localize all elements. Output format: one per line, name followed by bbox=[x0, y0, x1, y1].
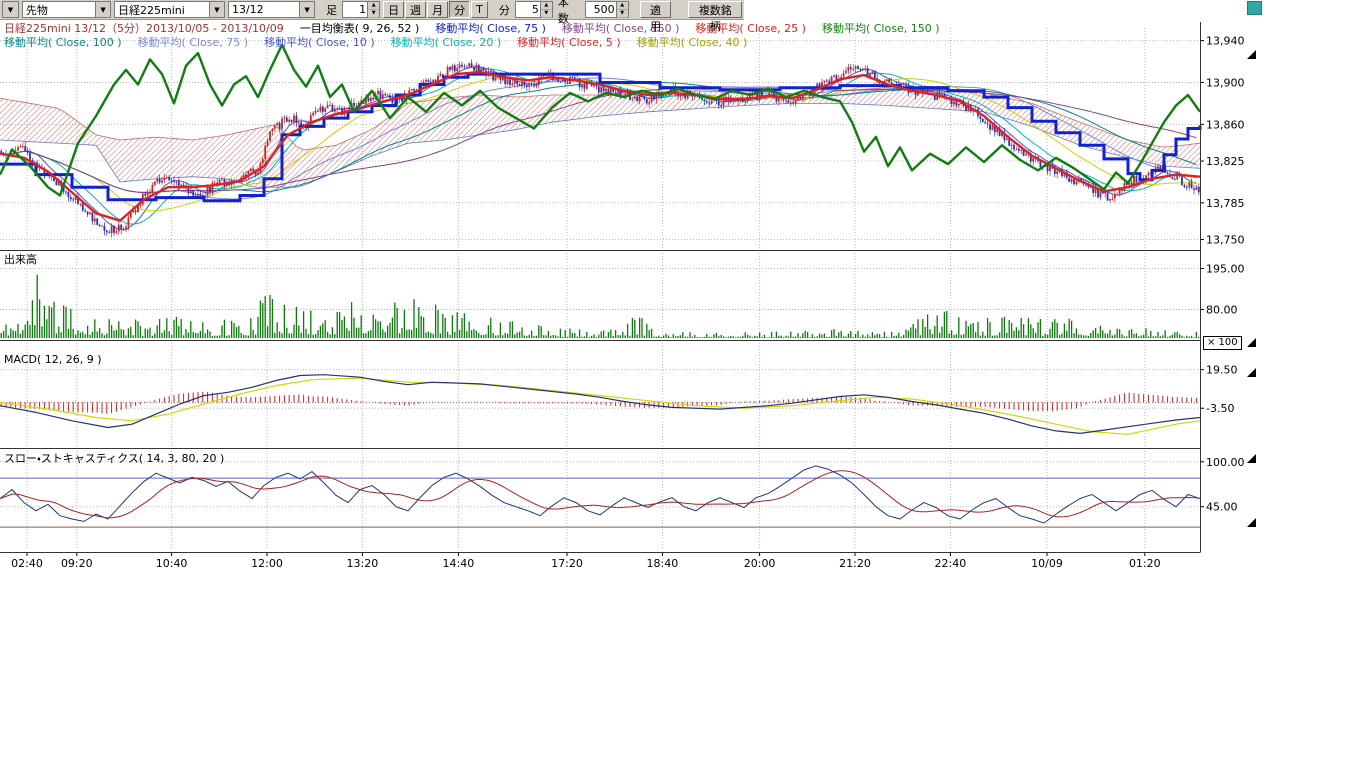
svg-text:13:20: 13:20 bbox=[347, 557, 379, 570]
count-label: 本数 bbox=[558, 0, 580, 26]
spinner-arrows-icon[interactable]: ▲▼ bbox=[540, 2, 552, 17]
chevron-down-icon: ▼ bbox=[209, 2, 224, 17]
legend-item: 移動平均( Close, 75 ) bbox=[435, 22, 546, 35]
svg-text:10/09: 10/09 bbox=[1031, 557, 1063, 570]
svg-text:14:40: 14:40 bbox=[443, 557, 475, 570]
toolbar: ▼ 先物 ▼ 日経225mini ▼ 13/12 ▼ 足 ▲▼ 日週月分T 分 … bbox=[0, 0, 744, 20]
period-button-分[interactable]: 分 bbox=[449, 1, 470, 18]
macd-panel-label: MACD( 12, 26, 9 ) bbox=[4, 353, 102, 366]
minute-input[interactable] bbox=[516, 2, 540, 17]
legend-item: 移動平均( Close, 75 ) bbox=[138, 36, 249, 49]
apply-button[interactable]: 適用 bbox=[640, 1, 672, 18]
svg-text:13,940: 13,940 bbox=[1206, 35, 1245, 48]
chevron-down-icon: ▼ bbox=[3, 2, 18, 17]
volume-panel-label: 出来高 bbox=[4, 251, 37, 267]
svg-text:12:00: 12:00 bbox=[251, 557, 283, 570]
contract-select[interactable]: 13/12 ▼ bbox=[228, 1, 315, 18]
svg-text:01:20: 01:20 bbox=[1129, 557, 1161, 570]
minute-stepper[interactable]: ▲▼ bbox=[515, 1, 553, 18]
scrollbar-thumb[interactable] bbox=[1247, 1, 1262, 15]
period-button-group: 日週月分T bbox=[383, 1, 488, 18]
legend-item: 移動平均( Close, 150 ) bbox=[822, 22, 940, 35]
volume-bars bbox=[1, 275, 1199, 338]
period-button-T[interactable]: T bbox=[471, 1, 488, 18]
svg-text:13,860: 13,860 bbox=[1206, 118, 1245, 131]
kijun-line bbox=[0, 74, 1200, 201]
stoch-panel-label: スロー・ストキャスティクス( 14, 3, 80, 20 ) bbox=[4, 450, 224, 466]
period-button-月[interactable]: 月 bbox=[427, 1, 448, 18]
svg-text:13,750: 13,750 bbox=[1206, 234, 1245, 247]
svg-text:10:40: 10:40 bbox=[156, 557, 188, 570]
price-axis-labels: 13,940 13,900 13,860 13,825 13,785 13,750 195.… bbox=[1200, 35, 1245, 514]
legend-row-2: 移動平均( Close, 100 ) 移動平均( Close, 75 ) 移動平均(… bbox=[4, 36, 955, 50]
legend-item: 移動平均( Close, 40 ) bbox=[637, 36, 748, 49]
volume-multiplier-badge: × 100 bbox=[1203, 336, 1242, 350]
legend-item: 日経225mini 13/12（5分）2013/10/05 - 2013/10/… bbox=[4, 22, 284, 35]
svg-text:19.50: 19.50 bbox=[1206, 364, 1238, 377]
chevron-down-icon: ▼ bbox=[299, 2, 314, 17]
svg-text:13,900: 13,900 bbox=[1206, 76, 1245, 89]
spinner-arrows-icon[interactable]: ▲▼ bbox=[616, 2, 628, 17]
svg-text:02:40: 02:40 bbox=[11, 557, 43, 570]
symbol-value: 日経225mini bbox=[115, 2, 209, 18]
bar-count-stepper[interactable]: ▲▼ bbox=[342, 1, 380, 18]
svg-text:45.00: 45.00 bbox=[1206, 501, 1238, 514]
svg-text:80.00: 80.00 bbox=[1206, 303, 1238, 316]
category-select[interactable]: 先物 ▼ bbox=[22, 1, 111, 18]
multi-symbol-button[interactable]: 複数銘柄 bbox=[688, 1, 742, 18]
svg-text:13,785: 13,785 bbox=[1206, 197, 1245, 210]
contract-value: 13/12 bbox=[229, 3, 299, 16]
legend-item: 一目均衡表( 9, 26, 52 ) bbox=[300, 22, 420, 35]
period-button-週[interactable]: 週 bbox=[405, 1, 426, 18]
legend-item: 移動平均( Close, 10 ) bbox=[264, 36, 375, 49]
axis-resize-handles[interactable] bbox=[1247, 50, 1256, 527]
svg-text:09:20: 09:20 bbox=[61, 557, 93, 570]
svg-text:13,825: 13,825 bbox=[1206, 155, 1245, 168]
legend-item: 移動平均( Close, 100 ) bbox=[4, 36, 122, 49]
chart-legend: 日経225mini 13/12（5分）2013/10/05 - 2013/10/… bbox=[4, 22, 955, 50]
period-button-日[interactable]: 日 bbox=[383, 1, 404, 18]
mini-dropdown[interactable]: ▼ bbox=[2, 1, 19, 18]
count-input[interactable] bbox=[586, 2, 616, 17]
legend-item: 移動平均( Close, 20 ) bbox=[391, 36, 502, 49]
stoch-k-line bbox=[0, 466, 1200, 523]
svg-text:22:40: 22:40 bbox=[935, 557, 967, 570]
time-axis-labels: 02:40 09:20 10:40 12:00 13:20 14:40 17:20 18:40… bbox=[11, 552, 1161, 570]
svg-text:195.00: 195.00 bbox=[1206, 262, 1245, 275]
svg-text:-3.50: -3.50 bbox=[1206, 402, 1234, 415]
svg-text:100.00: 100.00 bbox=[1206, 456, 1245, 469]
minute-label: 分 bbox=[499, 2, 510, 18]
chart-area[interactable]: 02:40 09:20 10:40 12:00 13:20 14:40 17:20 18:40… bbox=[0, 0, 1366, 585]
legend-item: 移動平均( Close, 5 ) bbox=[517, 36, 621, 49]
svg-text:21:20: 21:20 bbox=[839, 557, 871, 570]
svg-text:20:00: 20:00 bbox=[744, 557, 776, 570]
svg-text:18:40: 18:40 bbox=[647, 557, 679, 570]
chevron-down-icon: ▼ bbox=[95, 2, 110, 17]
spinner-arrows-icon[interactable]: ▲▼ bbox=[367, 2, 379, 17]
bar-count-input[interactable] bbox=[343, 2, 367, 17]
legend-row-1: 日経225mini 13/12（5分）2013/10/05 - 2013/10/… bbox=[4, 22, 955, 36]
trading-app-window: 02:40 09:20 10:40 12:00 13:20 14:40 17:20 18:40… bbox=[0, 0, 1366, 768]
category-value: 先物 bbox=[23, 2, 95, 18]
svg-text:17:20: 17:20 bbox=[551, 557, 583, 570]
bar-label: 足 bbox=[326, 2, 337, 18]
count-stepper[interactable]: ▲▼ bbox=[585, 1, 629, 18]
symbol-select[interactable]: 日経225mini ▼ bbox=[114, 1, 225, 18]
